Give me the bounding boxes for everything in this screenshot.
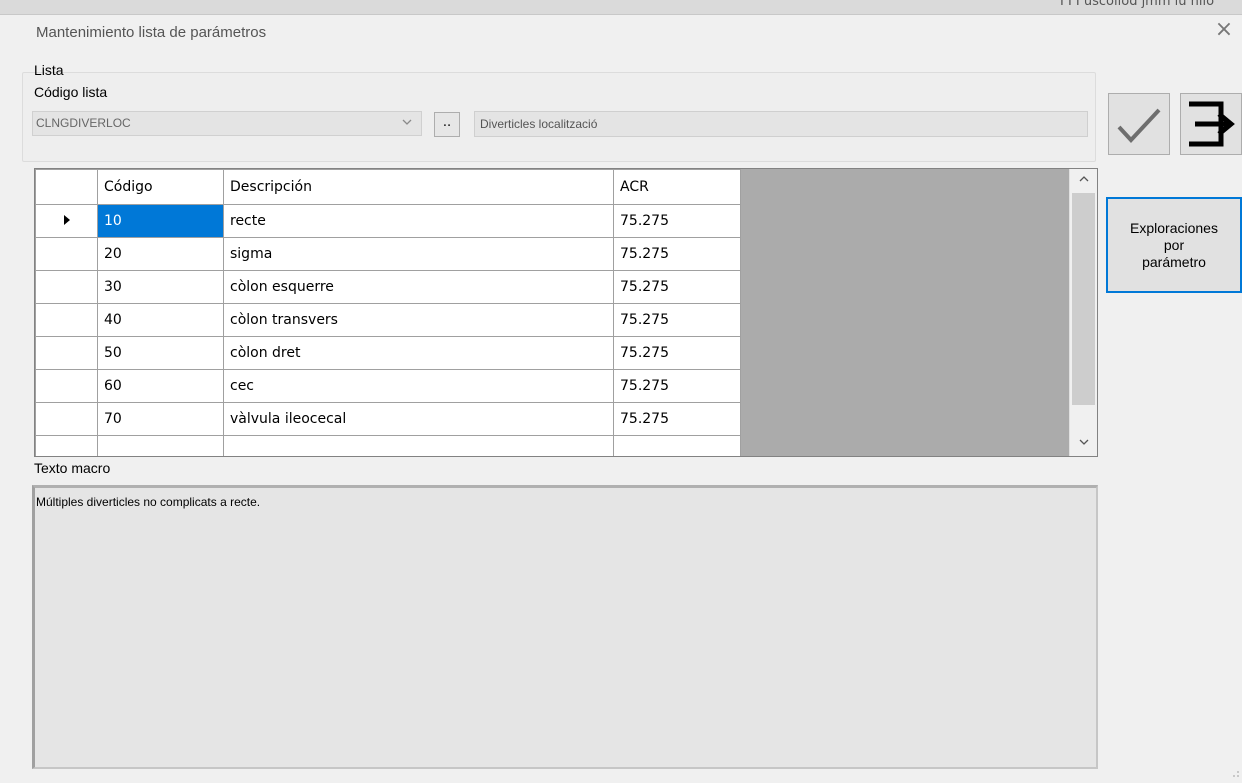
table-row[interactable]: 10 recte 75.275 — [35, 204, 741, 238]
cell-acr[interactable]: 75.275 — [613, 204, 741, 238]
resize-grip-icon[interactable] — [1228, 766, 1240, 778]
cell-codigo[interactable] — [97, 435, 224, 456]
codigo-lista-label: Código lista — [34, 84, 108, 100]
cell-codigo[interactable]: 40 — [97, 303, 224, 337]
cell-descripcion[interactable]: sigma — [223, 237, 614, 271]
table-row[interactable]: 40 còlon transvers 75.275 — [35, 303, 741, 337]
row-selector[interactable] — [35, 237, 98, 271]
scrollbar-thumb[interactable] — [1072, 193, 1095, 405]
row-selector[interactable] — [35, 270, 98, 304]
cell-acr[interactable]: 75.275 — [613, 270, 741, 304]
cell-codigo[interactable]: 20 — [97, 237, 224, 271]
scroll-down-icon[interactable] — [1070, 432, 1097, 456]
browse-lista-button[interactable]: .. — [434, 112, 460, 137]
chevron-down-icon[interactable] — [398, 116, 416, 132]
cell-acr[interactable]: 75.275 — [613, 369, 741, 403]
checkmark-icon — [1117, 108, 1161, 143]
row-selector[interactable] — [35, 402, 98, 436]
grid-vertical-scrollbar[interactable] — [1069, 169, 1097, 456]
cell-descripcion[interactable]: còlon transvers — [223, 303, 614, 337]
table-row[interactable]: 20 sigma 75.275 — [35, 237, 741, 271]
parametros-table: Código Descripción ACR 10 recte 75.275 2… — [35, 169, 741, 456]
table-row[interactable] — [35, 435, 741, 456]
exploraciones-por-parametro-button[interactable]: Exploraciones por parámetro — [1106, 197, 1242, 293]
scroll-up-icon[interactable] — [1070, 169, 1097, 193]
parametros-grid[interactable]: Código Descripción ACR 10 recte 75.275 2… — [34, 168, 1098, 457]
texto-macro-value: Múltiples diverticles no complicats a re… — [36, 495, 261, 509]
table-row[interactable]: 30 còlon esquerre 75.275 — [35, 270, 741, 304]
cell-descripcion[interactable] — [223, 435, 614, 456]
cell-codigo[interactable]: 60 — [97, 369, 224, 403]
cell-descripcion[interactable]: recte — [223, 204, 614, 238]
column-header-descripcion[interactable]: Descripción — [223, 169, 614, 205]
cell-acr[interactable]: 75.275 — [613, 336, 741, 370]
cell-descripcion[interactable]: còlon dret — [223, 336, 614, 370]
background-window-text: I I I uscollod jmm lu nilo — [1060, 0, 1215, 9]
row-header-column — [35, 169, 98, 205]
cell-descripcion[interactable]: còlon esquerre — [223, 270, 614, 304]
cell-acr[interactable] — [613, 435, 741, 456]
close-icon[interactable]: × — [1214, 19, 1234, 41]
accept-button[interactable] — [1108, 93, 1170, 155]
column-header-codigo[interactable]: Código — [97, 169, 224, 205]
cell-codigo[interactable]: 10 — [97, 204, 224, 238]
row-selector[interactable] — [35, 435, 98, 456]
table-row[interactable]: 60 cec 75.275 — [35, 369, 741, 403]
codigo-lista-value: CLNGDIVERLOC — [36, 116, 131, 130]
texto-macro-textarea[interactable] — [32, 485, 1098, 769]
table-row[interactable]: 50 còlon dret 75.275 — [35, 336, 741, 370]
row-selector[interactable] — [35, 303, 98, 337]
background-window-strip: I I I uscollod jmm lu nilo — [0, 0, 1242, 14]
cell-codigo[interactable]: 50 — [97, 336, 224, 370]
exit-arrow-icon — [1189, 101, 1235, 147]
window-title: Mantenimiento lista de parámetros — [36, 24, 267, 41]
cell-acr[interactable]: 75.275 — [613, 303, 741, 337]
table-header-row: Código Descripción ACR — [35, 169, 741, 205]
cell-descripcion[interactable]: vàlvula ileocecal — [223, 402, 614, 436]
exploraciones-label-line1: Exploraciones — [1130, 219, 1218, 236]
cell-codigo[interactable]: 70 — [97, 402, 224, 436]
row-selector[interactable] — [35, 369, 98, 403]
row-selector[interactable] — [35, 204, 98, 238]
exploraciones-label-line3: parámetro — [1142, 253, 1206, 270]
cell-acr[interactable]: 75.275 — [613, 237, 741, 271]
exploraciones-label-line2: por — [1163, 236, 1185, 253]
current-row-arrow-icon — [63, 215, 70, 225]
cell-codigo[interactable]: 30 — [97, 270, 224, 304]
cell-descripcion[interactable]: cec — [223, 369, 614, 403]
texto-macro-label: Texto macro — [34, 460, 111, 476]
table-row[interactable]: 70 vàlvula ileocecal 75.275 — [35, 402, 741, 436]
column-header-acr[interactable]: ACR — [613, 169, 741, 205]
row-selector[interactable] — [35, 336, 98, 370]
lista-group-label: Lista — [34, 62, 64, 78]
cell-acr[interactable]: 75.275 — [613, 402, 741, 436]
descripcion-lista-value: Diverticles localització — [480, 117, 598, 131]
exit-button[interactable] — [1180, 93, 1242, 155]
